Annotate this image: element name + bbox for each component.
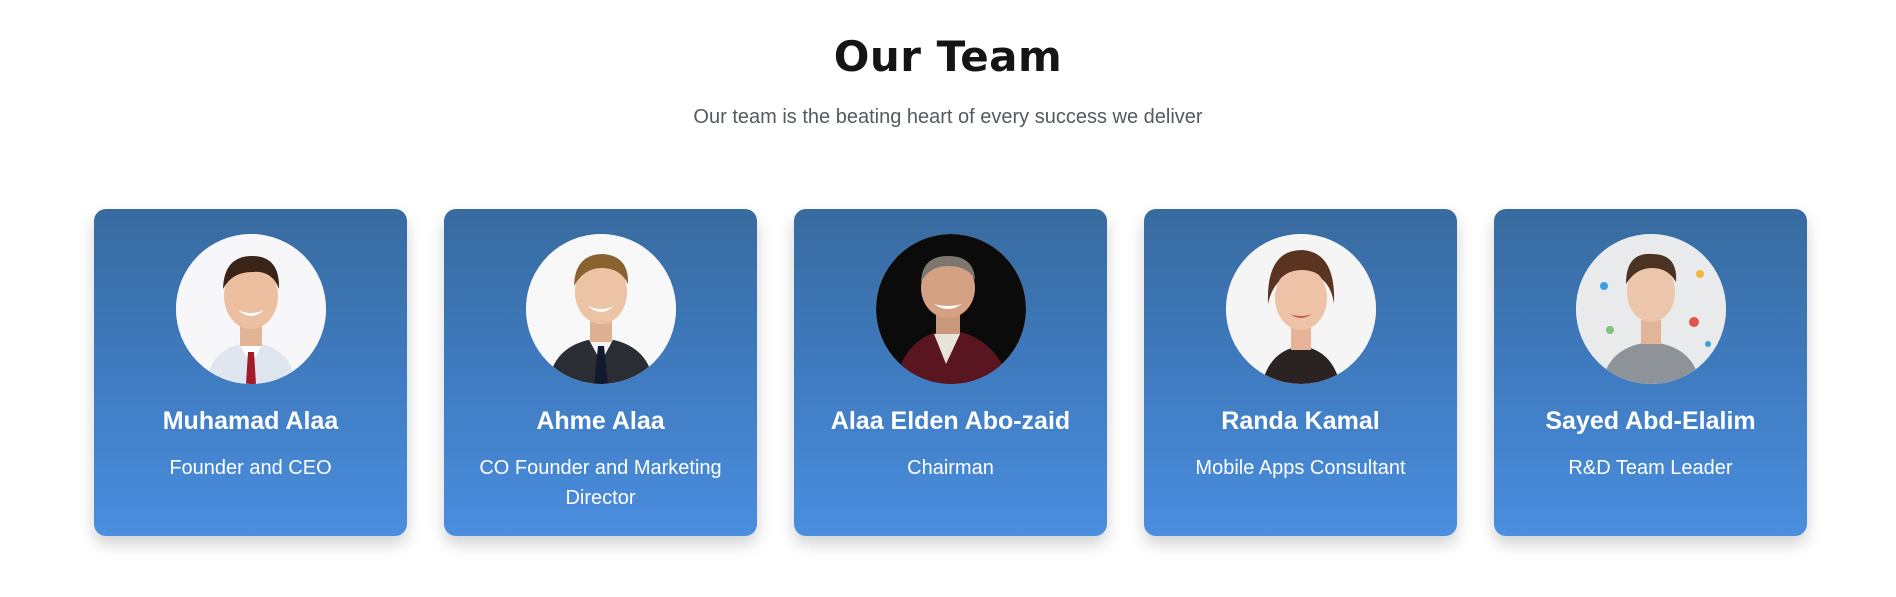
avatar (1575, 234, 1726, 384)
member-name: Ahme Alaa (536, 407, 665, 435)
member-name: Sayed Abd-Elalim (1545, 407, 1756, 435)
person-photo-icon (175, 234, 326, 384)
team-card[interactable]: Ahme Alaa CO Founder and Marketing Direc… (444, 209, 757, 536)
section-subtitle: Our team is the beating heart of every s… (693, 106, 1203, 128)
member-role: Chairman (907, 457, 994, 479)
person-photo-icon (1575, 234, 1726, 384)
member-name: Randa Kamal (1221, 407, 1380, 435)
member-role: Founder and CEO (169, 457, 332, 479)
member-name: Muhamad Alaa (162, 407, 339, 435)
team-cards: Muhamad Alaa Founder and CEO Ahme Alaa C… (94, 209, 1807, 536)
person-photo-icon (1225, 234, 1376, 384)
team-card[interactable]: Muhamad Alaa Founder and CEO (94, 209, 407, 536)
team-card[interactable]: Alaa Elden Abo-zaid Chairman (794, 209, 1107, 536)
member-role: R&D Team Leader (1568, 457, 1733, 479)
member-role: Mobile Apps Consultant (1195, 457, 1406, 479)
member-role: CO Founder and Marketing Director (479, 457, 722, 509)
avatar (875, 234, 1026, 384)
person-photo-icon (875, 234, 1026, 384)
team-card[interactable]: Randa Kamal Mobile Apps Consultant (1144, 209, 1457, 536)
team-section: Our Team Our team is the beating heart o… (0, 0, 1896, 597)
team-card[interactable]: Sayed Abd-Elalim R&D Team Leader (1494, 209, 1807, 536)
avatar (1225, 234, 1376, 384)
avatar (525, 234, 676, 384)
avatar (175, 234, 326, 384)
section-title: Our Team (833, 32, 1063, 81)
person-photo-icon (525, 234, 676, 384)
member-name: Alaa Elden Abo-zaid (830, 407, 1071, 435)
